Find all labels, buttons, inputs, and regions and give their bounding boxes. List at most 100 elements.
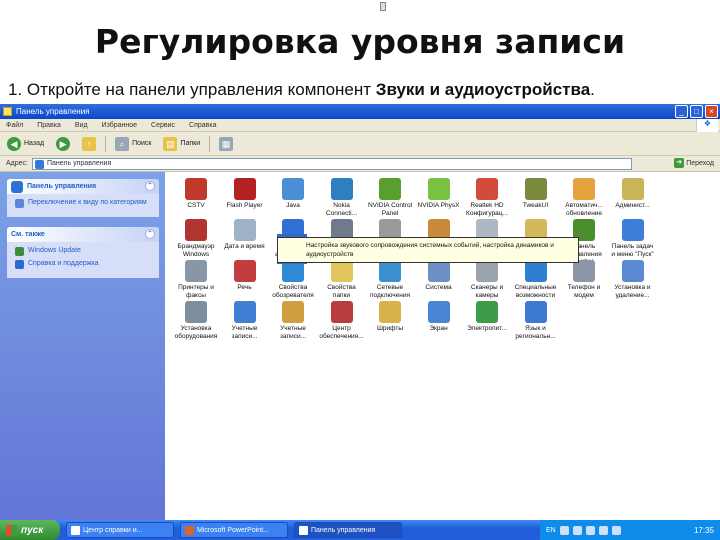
views-button[interactable]: ▦ xyxy=(216,136,236,151)
slide-instruction: 1. Откройте на панели управления компоне… xyxy=(8,80,718,100)
control-panel-item[interactable]: Электропит... xyxy=(464,301,510,333)
control-panel-item[interactable]: Экран xyxy=(416,301,462,333)
control-panel-task-panel: Панель управления ⌃ Переключение к виду … xyxy=(7,179,159,217)
menu-help[interactable]: Справка xyxy=(189,122,216,129)
control-panel-item[interactable]: Realtek HD Конфигурац... xyxy=(464,178,510,218)
forward-arrow-icon: ▶ xyxy=(56,136,71,151)
applet-label: Админист... xyxy=(615,202,650,209)
menu-tools[interactable]: Сервис xyxy=(151,122,175,129)
control-panel-item[interactable]: Специальные возможности xyxy=(513,260,559,300)
panel-header[interactable]: См. также ⌃ xyxy=(7,227,159,242)
start-button[interactable]: пуск xyxy=(0,520,60,540)
control-panel-item[interactable]: TweakUI xyxy=(513,178,559,210)
control-panel-item[interactable]: Телефон и модем xyxy=(561,260,607,300)
applet-icon xyxy=(185,301,207,323)
control-panel-item[interactable]: Учетные записи... xyxy=(222,301,268,341)
control-panel-item[interactable]: Сетевые подключения xyxy=(367,260,413,300)
toolbar-separator xyxy=(209,135,211,152)
taskbar-item-help[interactable]: Центр справки и... xyxy=(66,522,174,538)
control-panel-item[interactable]: Система xyxy=(416,260,462,292)
applet-label: Учетные записи... xyxy=(279,325,307,340)
control-panel-item[interactable]: Установка оборудования xyxy=(173,301,219,341)
search-button[interactable]: ⌕ Поиск xyxy=(112,136,154,151)
control-panel-item[interactable]: Брандмауэр Windows xyxy=(173,219,219,259)
close-icon[interactable]: × xyxy=(705,105,718,118)
volume-icon[interactable] xyxy=(598,525,608,535)
window-buttons: _ □ × xyxy=(675,105,718,118)
applet-label: Центр обеспечения... xyxy=(319,325,364,340)
help-icon xyxy=(15,260,24,269)
task-label: Microsoft PowerPoint... xyxy=(197,526,269,534)
chevron-up-icon[interactable]: ⌃ xyxy=(145,181,155,191)
go-arrow-icon: ➜ xyxy=(674,158,685,168)
menu-edit[interactable]: Правка xyxy=(37,122,61,129)
control-panel-small-icon xyxy=(34,159,44,169)
control-panel-item[interactable]: Принтеры и факсы xyxy=(173,260,219,300)
applet-icon xyxy=(330,178,353,200)
control-panel-item[interactable]: NVIDIA PhysX xyxy=(416,178,462,210)
language-indicator[interactable]: EN xyxy=(546,527,556,534)
menu-view[interactable]: Вид xyxy=(75,122,88,129)
control-panel-item[interactable]: Java xyxy=(270,178,316,210)
control-panel-item[interactable]: Flash Player xyxy=(222,178,268,210)
network-icon[interactable] xyxy=(611,525,621,535)
applet-label: Свойства папки xyxy=(327,284,356,299)
applet-icon xyxy=(185,178,207,200)
taskbar-item-control-panel[interactable]: Панель управления xyxy=(294,522,402,538)
control-panel-item[interactable]: Сканеры и камеры xyxy=(464,260,510,300)
up-button[interactable]: ↑ xyxy=(79,136,99,151)
control-panel-item[interactable]: Учетные записи... xyxy=(270,301,316,341)
applet-label: Принтеры и факсы xyxy=(178,284,214,299)
applet-label: Сканеры и камеры xyxy=(470,284,504,299)
control-panel-item[interactable]: Nokia Connecti... xyxy=(319,178,365,218)
panel-body: Windows Update Справка и поддержка xyxy=(7,242,159,278)
tray-icon[interactable] xyxy=(559,525,569,535)
windows-update-link[interactable]: Windows Update xyxy=(15,246,153,256)
start-label: пуск xyxy=(21,524,44,536)
panel-header[interactable]: Панель управления ⌃ xyxy=(7,179,159,194)
tray-icon[interactable] xyxy=(585,525,595,535)
tooltip: Настройка звукового сопровождения систем… xyxy=(277,237,579,263)
applet-icon xyxy=(427,301,450,323)
taskbar-item-powerpoint[interactable]: Microsoft PowerPoint... xyxy=(180,522,288,538)
window-titlebar[interactable]: Панель управления _ □ × xyxy=(0,104,720,119)
back-button[interactable]: ◀ Назад xyxy=(4,136,47,151)
control-panel-item[interactable]: Речь xyxy=(222,260,268,292)
folders-button[interactable]: ▤ Папки xyxy=(160,136,203,151)
maximize-icon[interactable]: □ xyxy=(690,105,703,118)
control-panel-icon xyxy=(299,525,308,535)
control-panel-item[interactable]: Дата и время xyxy=(222,219,268,251)
control-panel-item[interactable]: Панель задач и меню "Пуск" xyxy=(610,219,656,259)
applet-label: Flash Player xyxy=(226,202,263,209)
switch-category-view-link[interactable]: Переключение к виду по категориям xyxy=(15,198,153,208)
link-label: Переключение к виду по категориям xyxy=(28,199,147,206)
help-support-link[interactable]: Справка и поддержка xyxy=(15,259,153,269)
taskbar: пуск Центр справки и... Microsoft PowerP… xyxy=(0,520,720,540)
clock: 17:35 xyxy=(693,525,714,535)
forward-button[interactable]: ▶ xyxy=(53,136,73,151)
powerpoint-icon xyxy=(185,525,194,535)
chevron-up-icon[interactable]: ⌃ xyxy=(145,229,155,239)
address-field[interactable]: Панель управления xyxy=(31,157,632,170)
icon-grid: CSTV Flash Player Java Nokia Connecti... NVI… xyxy=(165,172,720,520)
applet-label: Установка и удаление... xyxy=(614,284,651,299)
control-panel-item[interactable]: Язык и региональн... xyxy=(513,301,559,341)
control-panel-item[interactable]: Автоматич... обновление xyxy=(561,178,607,218)
applet-icon xyxy=(621,260,644,282)
control-panel-item[interactable]: Админист... xyxy=(610,178,656,210)
minimize-icon[interactable]: _ xyxy=(675,105,688,118)
control-panel-item[interactable]: NVIDIA Control Panel xyxy=(367,178,413,218)
tray-icon[interactable] xyxy=(572,525,582,535)
control-panel-item[interactable]: Центр обеспечения... xyxy=(319,301,365,341)
control-panel-item[interactable]: Шрифты xyxy=(367,301,413,333)
applet-icon xyxy=(379,301,401,323)
control-panel-item[interactable]: Свойства обозревателя xyxy=(270,260,316,300)
go-button[interactable]: ➜ Переход xyxy=(674,158,714,168)
control-panel-item[interactable]: Свойства папки xyxy=(319,260,365,300)
menu-file[interactable]: Файл xyxy=(6,122,23,129)
applet-icon xyxy=(330,260,353,282)
applet-label: NVIDIA PhysX xyxy=(417,202,460,209)
menu-favorites[interactable]: Избранное xyxy=(102,122,137,129)
control-panel-item[interactable]: Установка и удаление... xyxy=(610,260,656,300)
control-panel-item[interactable]: CSTV xyxy=(173,178,219,210)
